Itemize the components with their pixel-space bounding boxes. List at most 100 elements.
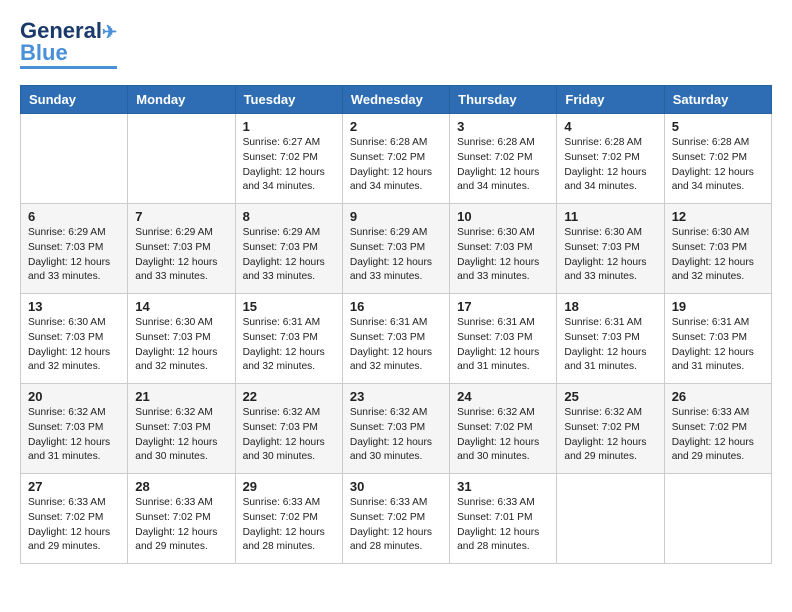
calendar-header: SundayMondayTuesdayWednesdayThursdayFrid… bbox=[21, 86, 772, 114]
day-info: Sunrise: 6:32 AM Sunset: 7:02 PM Dayligh… bbox=[457, 406, 549, 465]
day-cell: 9 Sunrise: 6:29 AM Sunset: 7:03 PM Daylig… bbox=[342, 204, 449, 294]
day-number: 23 bbox=[350, 389, 442, 404]
day-cell: 22 Sunrise: 6:32 AM Sunset: 7:03 PM Dayli… bbox=[235, 384, 342, 474]
day-number: 29 bbox=[243, 479, 335, 494]
day-info: Sunrise: 6:33 AM Sunset: 7:02 PM Dayligh… bbox=[672, 406, 764, 465]
calendar-body: 1Sunrise: 6:27 AM Sunset: 7:02 PM Daylig… bbox=[21, 114, 772, 564]
day-number: 9 bbox=[350, 209, 442, 224]
day-number: 10 bbox=[457, 209, 549, 224]
day-info: Sunrise: 6:31 AM Sunset: 7:03 PM Dayligh… bbox=[564, 316, 656, 375]
day-cell: 7Sunrise: 6:29 AM Sunset: 7:03 PM Daylig… bbox=[128, 204, 235, 294]
weekday-monday: Monday bbox=[128, 86, 235, 114]
day-cell: 30 Sunrise: 6:33 AM Sunset: 7:02 PM Dayli… bbox=[342, 474, 449, 564]
day-number: 24 bbox=[457, 389, 549, 404]
day-info: Sunrise: 6:32 AM Sunset: 7:02 PM Dayligh… bbox=[564, 406, 656, 465]
weekday-thursday: Thursday bbox=[450, 86, 557, 114]
day-cell: 4 Sunrise: 6:28 AM Sunset: 7:02 PM Daylig… bbox=[557, 114, 664, 204]
day-cell: 2 Sunrise: 6:28 AM Sunset: 7:02 PM Daylig… bbox=[342, 114, 449, 204]
day-number: 2 bbox=[350, 119, 442, 134]
day-cell: 17 Sunrise: 6:31 AM Sunset: 7:03 PM Dayli… bbox=[450, 294, 557, 384]
week-row-2: 6 Sunrise: 6:29 AM Sunset: 7:03 PM Daylig… bbox=[21, 204, 772, 294]
weekday-header-row: SundayMondayTuesdayWednesdayThursdayFrid… bbox=[21, 86, 772, 114]
day-info: Sunrise: 6:32 AM Sunset: 7:03 PM Dayligh… bbox=[135, 406, 227, 465]
day-cell: 19 Sunrise: 6:31 AM Sunset: 7:03 PM Dayli… bbox=[664, 294, 771, 384]
weekday-friday: Friday bbox=[557, 86, 664, 114]
day-number: 19 bbox=[672, 299, 764, 314]
weekday-wednesday: Wednesday bbox=[342, 86, 449, 114]
logo-underline bbox=[20, 66, 117, 69]
day-cell: 13Sunrise: 6:30 AM Sunset: 7:03 PM Dayli… bbox=[21, 294, 128, 384]
week-row-5: 27Sunrise: 6:33 AM Sunset: 7:02 PM Dayli… bbox=[21, 474, 772, 564]
day-number: 21 bbox=[135, 389, 227, 404]
day-info: Sunrise: 6:33 AM Sunset: 7:02 PM Dayligh… bbox=[350, 496, 442, 555]
logo-blue: Blue bbox=[20, 40, 68, 65]
day-cell: 18 Sunrise: 6:31 AM Sunset: 7:03 PM Dayli… bbox=[557, 294, 664, 384]
day-info: Sunrise: 6:30 AM Sunset: 7:03 PM Dayligh… bbox=[28, 316, 120, 375]
day-info: Sunrise: 6:29 AM Sunset: 7:03 PM Dayligh… bbox=[350, 226, 442, 285]
day-info: Sunrise: 6:31 AM Sunset: 7:03 PM Dayligh… bbox=[243, 316, 335, 375]
page-header: General✈Blue bbox=[20, 20, 772, 69]
day-info: Sunrise: 6:27 AM Sunset: 7:02 PM Dayligh… bbox=[243, 136, 335, 195]
weekday-tuesday: Tuesday bbox=[235, 86, 342, 114]
day-cell bbox=[128, 114, 235, 204]
day-cell: 25Sunrise: 6:32 AM Sunset: 7:02 PM Dayli… bbox=[557, 384, 664, 474]
day-cell: 11 Sunrise: 6:30 AM Sunset: 7:03 PM Dayli… bbox=[557, 204, 664, 294]
week-row-1: 1Sunrise: 6:27 AM Sunset: 7:02 PM Daylig… bbox=[21, 114, 772, 204]
day-cell bbox=[21, 114, 128, 204]
day-number: 30 bbox=[350, 479, 442, 494]
day-cell: 21 Sunrise: 6:32 AM Sunset: 7:03 PM Dayli… bbox=[128, 384, 235, 474]
day-number: 12 bbox=[672, 209, 764, 224]
day-cell: 16Sunrise: 6:31 AM Sunset: 7:03 PM Dayli… bbox=[342, 294, 449, 384]
day-info: Sunrise: 6:30 AM Sunset: 7:03 PM Dayligh… bbox=[672, 226, 764, 285]
week-row-4: 20 Sunrise: 6:32 AM Sunset: 7:03 PM Dayli… bbox=[21, 384, 772, 474]
day-info: Sunrise: 6:32 AM Sunset: 7:03 PM Dayligh… bbox=[243, 406, 335, 465]
day-cell: 12 Sunrise: 6:30 AM Sunset: 7:03 PM Dayli… bbox=[664, 204, 771, 294]
day-cell bbox=[557, 474, 664, 564]
day-number: 22 bbox=[243, 389, 335, 404]
day-number: 5 bbox=[672, 119, 764, 134]
day-info: Sunrise: 6:33 AM Sunset: 7:02 PM Dayligh… bbox=[135, 496, 227, 555]
day-info: Sunrise: 6:30 AM Sunset: 7:03 PM Dayligh… bbox=[135, 316, 227, 375]
day-cell: 31 Sunrise: 6:33 AM Sunset: 7:01 PM Dayli… bbox=[450, 474, 557, 564]
day-number: 17 bbox=[457, 299, 549, 314]
day-info: Sunrise: 6:30 AM Sunset: 7:03 PM Dayligh… bbox=[564, 226, 656, 285]
logo-text: General✈Blue bbox=[20, 20, 117, 64]
day-cell: 23 Sunrise: 6:32 AM Sunset: 7:03 PM Dayli… bbox=[342, 384, 449, 474]
day-cell: 10Sunrise: 6:30 AM Sunset: 7:03 PM Dayli… bbox=[450, 204, 557, 294]
day-cell: 27Sunrise: 6:33 AM Sunset: 7:02 PM Dayli… bbox=[21, 474, 128, 564]
day-number: 28 bbox=[135, 479, 227, 494]
day-cell bbox=[664, 474, 771, 564]
day-info: Sunrise: 6:31 AM Sunset: 7:03 PM Dayligh… bbox=[672, 316, 764, 375]
day-info: Sunrise: 6:29 AM Sunset: 7:03 PM Dayligh… bbox=[135, 226, 227, 285]
day-info: Sunrise: 6:29 AM Sunset: 7:03 PM Dayligh… bbox=[28, 226, 120, 285]
day-cell: 14 Sunrise: 6:30 AM Sunset: 7:03 PM Dayli… bbox=[128, 294, 235, 384]
weekday-saturday: Saturday bbox=[664, 86, 771, 114]
day-cell: 29 Sunrise: 6:33 AM Sunset: 7:02 PM Dayli… bbox=[235, 474, 342, 564]
day-cell: 15 Sunrise: 6:31 AM Sunset: 7:03 PM Dayli… bbox=[235, 294, 342, 384]
day-cell: 24 Sunrise: 6:32 AM Sunset: 7:02 PM Dayli… bbox=[450, 384, 557, 474]
day-info: Sunrise: 6:32 AM Sunset: 7:03 PM Dayligh… bbox=[350, 406, 442, 465]
day-number: 18 bbox=[564, 299, 656, 314]
day-info: Sunrise: 6:32 AM Sunset: 7:03 PM Dayligh… bbox=[28, 406, 120, 465]
day-info: Sunrise: 6:33 AM Sunset: 7:01 PM Dayligh… bbox=[457, 496, 549, 555]
day-cell: 5Sunrise: 6:28 AM Sunset: 7:02 PM Daylig… bbox=[664, 114, 771, 204]
day-number: 26 bbox=[672, 389, 764, 404]
day-number: 3 bbox=[457, 119, 549, 134]
day-info: Sunrise: 6:31 AM Sunset: 7:03 PM Dayligh… bbox=[457, 316, 549, 375]
day-number: 31 bbox=[457, 479, 549, 494]
day-number: 6 bbox=[28, 209, 120, 224]
logo: General✈Blue bbox=[20, 20, 117, 69]
day-info: Sunrise: 6:28 AM Sunset: 7:02 PM Dayligh… bbox=[350, 136, 442, 195]
day-number: 4 bbox=[564, 119, 656, 134]
day-number: 14 bbox=[135, 299, 227, 314]
weekday-sunday: Sunday bbox=[21, 86, 128, 114]
day-info: Sunrise: 6:28 AM Sunset: 7:02 PM Dayligh… bbox=[564, 136, 656, 195]
calendar-table: SundayMondayTuesdayWednesdayThursdayFrid… bbox=[20, 85, 772, 564]
day-cell: 3Sunrise: 6:28 AM Sunset: 7:02 PM Daylig… bbox=[450, 114, 557, 204]
day-number: 20 bbox=[28, 389, 120, 404]
day-number: 11 bbox=[564, 209, 656, 224]
day-info: Sunrise: 6:33 AM Sunset: 7:02 PM Dayligh… bbox=[243, 496, 335, 555]
day-info: Sunrise: 6:31 AM Sunset: 7:03 PM Dayligh… bbox=[350, 316, 442, 375]
day-cell: 28 Sunrise: 6:33 AM Sunset: 7:02 PM Dayli… bbox=[128, 474, 235, 564]
day-number: 15 bbox=[243, 299, 335, 314]
